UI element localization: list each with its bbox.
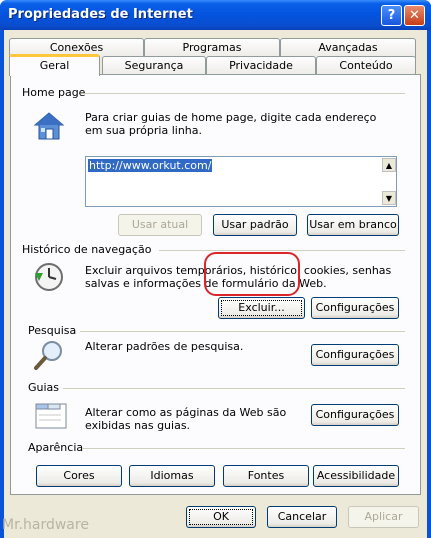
window-title: Propriedades de Internet (8, 7, 193, 22)
tabs-group-label: Guias (28, 381, 60, 394)
use-blank-button[interactable]: Usar em branco (307, 214, 399, 236)
appearance-label: Aparência (28, 441, 84, 454)
magnifier-icon (33, 339, 65, 374)
home-page-url-text[interactable]: http://www.orkut.com/ (88, 159, 213, 172)
tab-privacidade[interactable]: Privacidade (206, 56, 316, 76)
search-description: Alterar padrões de pesquisa. (85, 340, 244, 353)
close-button[interactable]: ✕ (404, 5, 425, 26)
tab-geral[interactable]: Geral (9, 54, 100, 76)
highlight-ring (204, 252, 300, 296)
tab-programas[interactable]: Programas (144, 38, 280, 58)
tab-seguranca[interactable]: Segurança (102, 56, 206, 76)
tab-avancadas[interactable]: Avançadas (280, 38, 416, 58)
appearance-separator (83, 448, 405, 449)
use-current-button[interactable]: Usar atual (118, 214, 202, 236)
colors-button[interactable]: Cores (36, 465, 122, 487)
history-separator (159, 250, 405, 251)
history-clock-icon (33, 261, 65, 296)
ok-button[interactable]: OK (186, 506, 256, 528)
search-settings-button[interactable]: Configurações (311, 344, 399, 366)
home-icon (33, 111, 65, 144)
cancel-button[interactable]: Cancelar (267, 506, 337, 528)
use-default-button[interactable]: Usar padrão (213, 214, 297, 236)
watermark: Mr.hardware (2, 517, 89, 533)
history-label: Histórico de navegação (22, 243, 152, 256)
languages-button[interactable]: Idiomas (129, 465, 215, 487)
apply-button[interactable]: Aplicar (348, 506, 419, 528)
fonts-button[interactable]: Fontes (223, 465, 309, 487)
search-separator (80, 331, 405, 332)
accessibility-button[interactable]: Acessibilidade (313, 465, 399, 487)
tabs-settings-button[interactable]: Configurações (311, 404, 399, 426)
scroll-up-arrow-icon[interactable]: ▲ (382, 158, 396, 172)
title-bar[interactable]: Propriedades de Internet ? ✕ (0, 0, 431, 30)
tab-conteudo[interactable]: Conteúdo (316, 56, 416, 76)
search-label: Pesquisa (28, 324, 77, 337)
tabs-group-separator (63, 388, 405, 389)
tabbed-window-icon (35, 401, 67, 432)
delete-history-button[interactable]: Excluir... (218, 297, 305, 319)
home-page-url-field[interactable]: http://www.orkut.com/ ▲ ▼ (85, 156, 397, 207)
scroll-down-arrow-icon[interactable]: ▼ (382, 191, 396, 205)
history-settings-button[interactable]: Configurações (311, 297, 399, 319)
home-page-separator (85, 93, 405, 94)
home-page-description: Para criar guias de home page, digite ca… (85, 111, 377, 137)
home-page-label: Home page (22, 86, 86, 99)
help-button[interactable]: ? (381, 5, 402, 26)
tabs-group-description: Alterar como as páginas da Web são exibi… (85, 406, 287, 432)
